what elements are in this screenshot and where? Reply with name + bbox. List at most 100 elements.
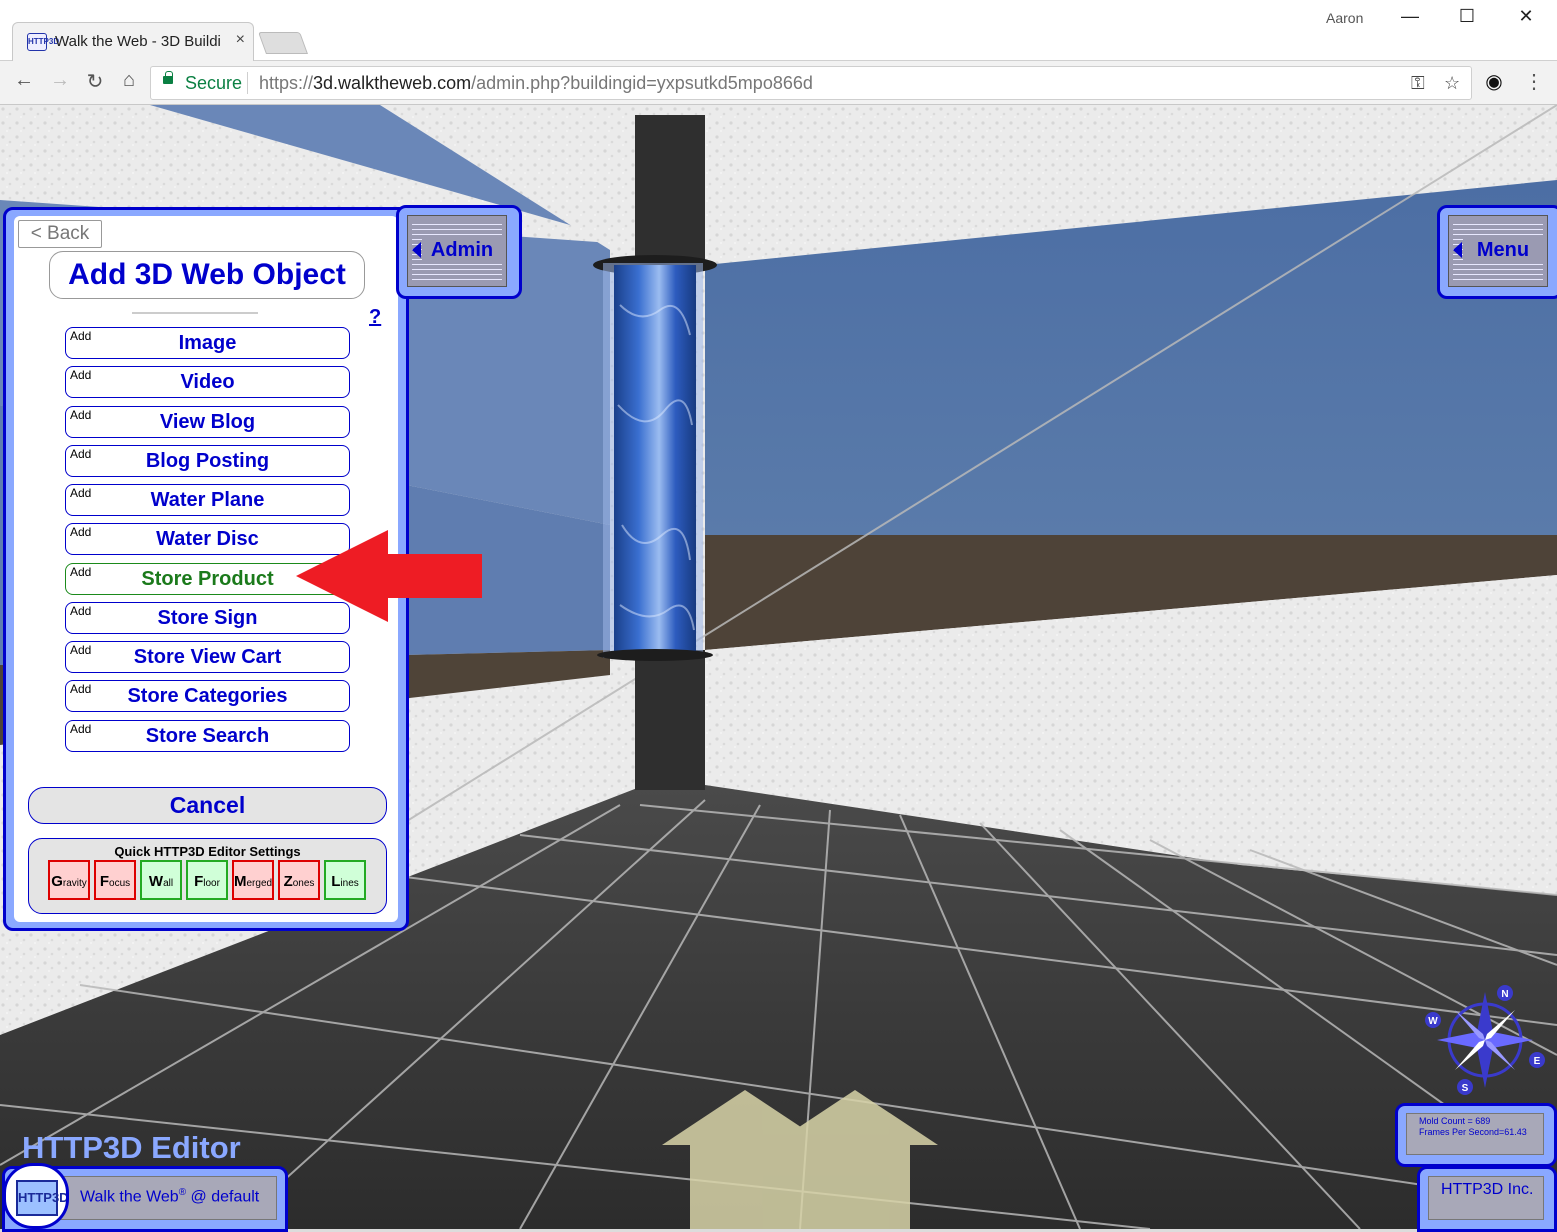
- focus-toggle[interactable]: Focus: [94, 860, 136, 900]
- registered-mark: ®: [178, 1187, 187, 1198]
- toggle-initial: F: [99, 873, 110, 890]
- add-store-search-button[interactable]: Add Store Search: [65, 720, 350, 752]
- add-item-label: Store Categories: [127, 685, 288, 707]
- panel-title: Add 3D Web Object: [49, 251, 365, 299]
- chrome-menu-icon[interactable]: ⋮: [1522, 69, 1546, 94]
- extension-icon[interactable]: ◉: [1482, 69, 1506, 94]
- cancel-button[interactable]: Cancel: [28, 787, 387, 824]
- mold-count: Mold Count = 689: [1419, 1116, 1491, 1126]
- company-label: HTTP3D Inc.: [1441, 1181, 1534, 1198]
- add-store-view-cart-button[interactable]: Add Store View Cart: [65, 641, 350, 673]
- forward-arrow-icon[interactable]: →: [48, 69, 72, 92]
- toggle-initial: W: [148, 873, 164, 890]
- lines-toggle[interactable]: Lines: [324, 860, 366, 900]
- stats-box: Mold Count = 689 Frames Per Second=61.43: [1395, 1103, 1557, 1167]
- profile-name[interactable]: Aaron: [1326, 10, 1363, 26]
- toggle-rest: ravity: [62, 878, 87, 889]
- add-item-label: Video: [180, 371, 235, 393]
- site-footer-face: Walk the Web® @ default: [57, 1176, 277, 1220]
- browser-toolbar: ← → ↻ ⌂ Secure https://3d.walktheweb.com…: [0, 61, 1557, 105]
- toggle-rest: ines: [340, 878, 359, 889]
- toggle-rest: ocus: [109, 878, 131, 889]
- toggle-rest: erged: [246, 878, 273, 889]
- site-label: Walk the Web® @ default: [80, 1187, 259, 1206]
- back-arrow-icon[interactable]: ←: [12, 69, 36, 92]
- http3d-logo[interactable]: HTTP3D: [3, 1163, 69, 1229]
- back-button[interactable]: < Back: [18, 220, 102, 248]
- url-host: 3d.walktheweb.com: [313, 73, 472, 93]
- wall-toggle[interactable]: Wall: [140, 860, 182, 900]
- caret-left-icon: [412, 242, 421, 258]
- secure-label: Secure: [185, 73, 243, 93]
- favicon-icon: HTTP3D: [27, 33, 59, 51]
- toggle-rest: all: [163, 878, 174, 889]
- stats-face: Mold Count = 689 Frames Per Second=61.43: [1406, 1113, 1544, 1155]
- site-suffix: @ default: [186, 1188, 260, 1206]
- caret-left-icon: [1453, 242, 1462, 258]
- add-item-label: View Blog: [159, 411, 256, 433]
- quick-settings-title: Quick HTTP3D Editor Settings: [114, 844, 301, 859]
- maximize-icon[interactable]: ☐: [1452, 6, 1482, 27]
- address-bar[interactable]: Secure https://3d.walktheweb.com/admin.p…: [150, 66, 1472, 100]
- help-link[interactable]: ?: [369, 306, 381, 329]
- add-store-categories-button[interactable]: Add Store Categories: [65, 680, 350, 712]
- toggle-initial: F: [194, 873, 204, 890]
- lock-icon: [163, 71, 173, 84]
- red-pointer-arrow-icon: [296, 530, 482, 622]
- add-item-label: Store Search: [145, 725, 270, 747]
- admin-label: Admin: [422, 238, 502, 262]
- panel-divider: [132, 312, 258, 314]
- quick-settings: Quick HTTP3D Editor Settings Gravity Foc…: [28, 838, 387, 914]
- new-tab-button[interactable]: [257, 32, 309, 54]
- frames-per-second: Frames Per Second=61.43: [1419, 1127, 1527, 1137]
- browser-chrome: HTTP3D Walk the Web - 3D Buildi × Aaron …: [0, 0, 1557, 105]
- title-bar: HTTP3D Walk the Web - 3D Buildi × Aaron …: [0, 0, 1557, 61]
- add-water-plane-button[interactable]: Add Water Plane: [65, 484, 350, 516]
- close-window-icon[interactable]: ✕: [1511, 6, 1541, 27]
- compass-w: W: [1428, 1016, 1438, 1027]
- url-path: /admin.php?buildingid=yxpsutkd5mpo866d: [471, 73, 813, 93]
- add-video-button[interactable]: Add Video: [65, 366, 350, 398]
- url-text[interactable]: https://3d.walktheweb.com/admin.php?buil…: [259, 73, 813, 94]
- gravity-toggle[interactable]: Gravity: [48, 860, 90, 900]
- admin-button-face: Admin: [407, 215, 507, 287]
- key-icon[interactable]: ⚿: [1411, 73, 1425, 94]
- browser-tab[interactable]: HTTP3D Walk the Web - 3D Buildi ×: [12, 22, 254, 61]
- add-image-button[interactable]: Add Image: [65, 327, 350, 359]
- menu-button-face: Menu: [1448, 215, 1548, 287]
- add-item-label: Image: [178, 332, 237, 354]
- toggle-rest: ones: [292, 878, 315, 889]
- compass-e: E: [1534, 1056, 1541, 1067]
- toggle-initial: Z: [283, 873, 293, 890]
- compass-n: N: [1501, 989, 1508, 1000]
- address-separator: [247, 72, 248, 94]
- floor-toggle[interactable]: Floor: [186, 860, 228, 900]
- toggle-initial: G: [51, 873, 63, 890]
- menu-label: Menu: [1463, 238, 1543, 262]
- tab-close-icon[interactable]: ×: [236, 31, 245, 49]
- compass-s: S: [1462, 1083, 1469, 1094]
- menu-button[interactable]: Menu: [1437, 205, 1557, 299]
- admin-button[interactable]: Admin: [396, 205, 522, 299]
- add-item-label: Water Plane: [150, 489, 265, 511]
- stats-text: Mold Count = 689 Frames Per Second=61.43: [1419, 1116, 1527, 1138]
- reload-icon[interactable]: ↻: [83, 69, 107, 94]
- merged-toggle[interactable]: Merged: [232, 860, 274, 900]
- zones-toggle[interactable]: Zones: [278, 860, 320, 900]
- add-item-label: Blog Posting: [145, 450, 270, 472]
- add-item-label: Store View Cart: [133, 646, 282, 668]
- add-view-blog-button[interactable]: Add View Blog: [65, 406, 350, 438]
- minimize-icon[interactable]: —: [1395, 6, 1425, 27]
- company-footer[interactable]: HTTP3D Inc.: [1417, 1166, 1557, 1232]
- company-footer-face: HTTP3D Inc.: [1428, 1176, 1544, 1220]
- home-icon[interactable]: ⌂: [117, 69, 141, 92]
- url-scheme: https://: [259, 73, 314, 93]
- toggle-rest: loor: [203, 878, 220, 889]
- add-blog-posting-button[interactable]: Add Blog Posting: [65, 445, 350, 477]
- editor-title: HTTP3D Editor: [22, 1130, 241, 1165]
- bookmark-star-icon[interactable]: ☆: [1444, 73, 1460, 94]
- logo-cube-icon: HTTP3D: [16, 1180, 66, 1216]
- toggle-initial: M: [234, 873, 247, 890]
- tab-title: Walk the Web - 3D Buildi: [55, 33, 221, 50]
- site-name: Walk the Web: [80, 1188, 179, 1206]
